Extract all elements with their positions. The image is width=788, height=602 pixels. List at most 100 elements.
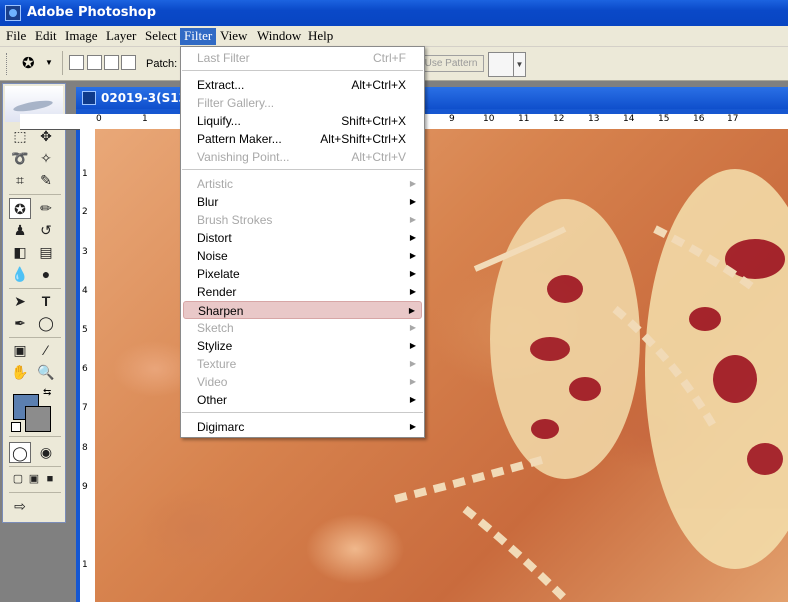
menu-item-artistic[interactable]: Artistic ▶ [181,175,424,193]
menu-item-distort[interactable]: Distort ▶ [181,229,424,247]
pattern-picker-arrow-icon[interactable]: ▼ [513,53,525,76]
menu-filter[interactable]: Filter [180,28,217,45]
add-to-selection-button[interactable] [87,55,102,70]
gradient-tool-icon[interactable]: ▤ [35,242,57,263]
filter-menu-dropdown: Last Filter Ctrl+F Extract... Alt+Ctrl+X F… [180,46,425,438]
eraser-tool-icon[interactable]: ◧ [9,242,31,263]
ruler-h-tick: 14 [623,114,635,124]
menu-item-pattern-maker[interactable]: Pattern Maker... Alt+Shift+Ctrl+X [181,130,424,148]
notes-tool-icon[interactable]: ▣ [9,340,31,361]
menu-item-label: Vanishing Point... [197,150,290,164]
slice-tool-icon[interactable]: ✎ [35,170,57,191]
blur-tool-icon[interactable]: 💧 [9,264,31,285]
ruler-v-tick: 1 [82,169,88,179]
eyedropper-tool-icon[interactable]: ⁄ [35,340,57,361]
menu-edit[interactable]: Edit [31,28,61,45]
menu-item-label: Liquify... [197,114,241,128]
intersect-selection-button[interactable] [121,55,136,70]
pattern-picker[interactable]: ▼ [488,52,526,77]
toolbox-divider [9,492,61,493]
menu-help[interactable]: Help [304,28,337,45]
standard-mode-icon[interactable]: ◯ [9,442,31,463]
patch-tool-icon[interactable]: ✪ [9,198,31,219]
ellipse-tool-icon[interactable]: ◯ [35,313,57,334]
clone-stamp-tool-icon[interactable]: ♟ [9,220,31,241]
menu-view[interactable]: View [216,28,251,45]
dodge-tool-icon[interactable]: ● [35,264,57,285]
toolbox-divider [9,436,61,437]
use-pattern-button[interactable]: Use Pattern [418,55,484,72]
menu-item-stylize[interactable]: Stylize ▶ [181,337,424,355]
menu-item-video[interactable]: Video ▶ [181,373,424,391]
history-brush-tool-icon[interactable]: ↺ [35,220,57,241]
menu-separator [182,169,423,170]
lasso-tool-icon[interactable]: ➰ [9,148,31,169]
menu-item-label: Video [197,375,228,389]
subtract-selection-button[interactable] [104,55,119,70]
menu-item-brush-strokes[interactable]: Brush Strokes ▶ [181,211,424,229]
swap-colors-icon[interactable]: ⇆ [43,387,51,398]
menu-item-label: Other [197,393,228,407]
menu-item-other[interactable]: Other ▶ [181,391,424,409]
toolbar-grip[interactable] [6,53,10,75]
menu-item-vanishing-point[interactable]: Vanishing Point... Alt+Ctrl+V [181,148,424,166]
menu-file[interactable]: File [2,28,30,45]
quick-mask-mode-icon[interactable]: ◉ [35,442,57,463]
menu-item-label: Texture [197,357,237,371]
menu-item-digimarc[interactable]: Digimarc ▶ [181,418,424,436]
hand-tool-icon[interactable]: ✋ [9,362,31,383]
menu-item-noise[interactable]: Noise ▶ [181,247,424,265]
full-screen-mode-icon[interactable]: ■ [39,469,61,490]
menu-layer[interactable]: Layer [102,28,140,45]
new-selection-button[interactable] [69,55,84,70]
menu-item-label: Filter Gallery... [197,96,275,110]
menu-item-sharpen[interactable]: Sharpen ▶ [183,301,422,319]
menu-bar: File Edit Image Layer Select Filter View… [0,26,788,47]
ruler-v-tick: 6 [82,364,88,374]
menu-image[interactable]: Image [61,28,101,45]
submenu-arrow-icon: ▶ [409,233,416,242]
background-color-swatch[interactable] [25,406,51,432]
menu-item-label: Noise [197,249,228,263]
jump-to-imageready-icon[interactable]: ⇨ [9,496,31,517]
menu-item-liquify[interactable]: Liquify... Shift+Ctrl+X [181,112,424,130]
toolbox-divider [9,337,61,338]
document-icon [82,91,96,105]
submenu-arrow-icon: ▶ [408,306,415,315]
type-tool-icon[interactable]: T [35,291,57,312]
app-title-bar: Adobe Photoshop [0,0,788,26]
menu-item-blur[interactable]: Blur ▶ [181,193,424,211]
app-title: Adobe Photoshop [27,5,157,20]
submenu-arrow-icon: ▶ [409,323,416,332]
crop-tool-icon[interactable]: ⌗ [9,170,31,191]
menu-item-filter-gallery[interactable]: Filter Gallery... [181,94,424,112]
menu-item-pixelate[interactable]: Pixelate ▶ [181,265,424,283]
ruler-h-tick: 10 [483,114,495,124]
menu-item-render[interactable]: Render ▶ [181,283,424,301]
menu-item-sketch[interactable]: Sketch ▶ [181,319,424,337]
menu-item-texture[interactable]: Texture ▶ [181,355,424,373]
magic-wand-tool-icon[interactable]: ✧ [35,148,57,169]
preset-dropdown-arrow-icon[interactable]: ▼ [45,58,53,67]
menu-select[interactable]: Select [141,28,181,45]
default-colors-icon[interactable] [11,422,21,432]
submenu-arrow-icon: ▶ [409,377,416,386]
path-selection-tool-icon[interactable]: ➤ [9,291,31,312]
submenu-arrow-icon: ▶ [409,341,416,350]
submenu-arrow-icon: ▶ [409,251,416,260]
pen-tool-icon[interactable]: ✒ [9,313,31,334]
ruler-v-tick: 5 [82,325,88,335]
submenu-arrow-icon: ▶ [409,359,416,368]
menu-item-extract[interactable]: Extract... Alt+Ctrl+X [181,76,424,94]
menu-window[interactable]: Window [253,28,305,45]
brush-tool-icon[interactable]: ✏ [35,198,57,219]
ruler-h-tick: 12 [553,114,565,124]
patch-label: Patch: [146,58,178,70]
patch-tool-preset-icon[interactable]: ✪ [22,54,35,72]
menu-separator [182,412,423,413]
ruler-h-tick: 0 [96,114,102,124]
menu-item-last-filter[interactable]: Last Filter Ctrl+F [181,49,424,67]
zoom-tool-icon[interactable]: 🔍 [35,362,57,383]
menu-separator [182,70,423,71]
submenu-arrow-icon: ▶ [409,269,416,278]
